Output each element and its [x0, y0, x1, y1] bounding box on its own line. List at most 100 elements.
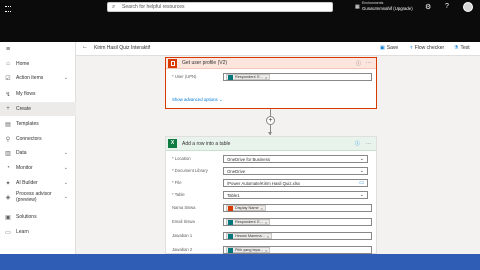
sidebar-item-process-advisor-preview[interactable]: ◈ Process advisor (preview) ⌄ [0, 190, 76, 204]
field-label: Nama Siswa [172, 205, 196, 210]
more-options-icon[interactable]: ··· [366, 60, 371, 66]
remove-token-icon[interactable]: × [265, 75, 267, 80]
chevron-down-icon[interactable]: ⌄ [360, 168, 364, 175]
add-row-card[interactable]: X Add a row into a table ⓘ ··· * Locatio… [165, 136, 377, 268]
home-icon: ⌂ [6, 61, 10, 67]
sidebar-item-label: Home [16, 61, 30, 67]
search-icon: ⌕ [112, 4, 116, 10]
checklist-icon: ☑ [5, 75, 11, 82]
chevron-down-icon[interactable]: ⌄ [360, 192, 364, 199]
chevron-down-icon[interactable]: ⌄ [64, 150, 68, 156]
sidebar-item-label: Solutions [16, 214, 37, 220]
insert-step-plus-icon[interactable]: + [266, 116, 275, 125]
save-button[interactable]: ▣ Save [380, 45, 398, 51]
field-input[interactable]: OneDrive for Business ⌄ [223, 155, 368, 163]
environment-icon: ▦ [355, 4, 360, 10]
forms-icon [228, 233, 233, 239]
card-title: Get user profile (V2) [182, 60, 228, 66]
flow-checker-button[interactable]: ⚕ Flow checker [410, 45, 444, 51]
sidebar-item-home[interactable]: ⌂ Home [0, 57, 76, 71]
dynamic-token[interactable]: Responders' E... × [226, 74, 271, 80]
field-input[interactable]: Table1 ⌄ [223, 191, 368, 199]
help-icon[interactable]: ? [445, 3, 449, 10]
field-table: * Table Table1 ⌄ [166, 190, 376, 200]
folder-icon[interactable]: ▭ [359, 180, 364, 187]
sidebar-item-create[interactable]: + Create [0, 102, 76, 116]
more-options-icon[interactable]: ··· [366, 141, 371, 147]
search-box[interactable]: ⌕ Search for helpful resources [107, 2, 333, 12]
sidebar-item-connectors[interactable]: ⚲ Connectors [0, 132, 76, 146]
sidebar: ≡ ⌂ Home ☑ Action items ⌄ ↯ My flows + Create ▤ Te… [0, 42, 76, 254]
office-icon [228, 205, 233, 211]
dynamic-token[interactable]: Display Name × [226, 205, 266, 211]
test-button[interactable]: ⚗ Test [454, 45, 470, 51]
sidebar-item-learn[interactable]: ▭ Learn [0, 225, 76, 239]
card-header[interactable]: Get user profile (V2) ⓘ ··· [166, 58, 376, 69]
settings-icon[interactable]: ⚙ [425, 3, 431, 11]
learn-icon: ▭ [5, 229, 11, 236]
dynamic-token[interactable]: Hewan Mamma... × [226, 233, 273, 239]
forms-icon [228, 219, 233, 225]
environment-picker[interactable]: Environments GunaUmmnahif (Upgrade) [362, 1, 422, 12]
chevron-down-icon[interactable]: ⌄ [360, 156, 364, 163]
sidebar-item-monitor[interactable]: ◔ Monitor ⌄ [0, 161, 76, 175]
field-input[interactable]: /Power Automate/Kirim Hasil Quiz.xlsx ▭ [223, 179, 368, 187]
field-label: Jawaban 2 [172, 247, 193, 252]
sidebar-item-label: Learn [16, 229, 29, 235]
chevron-down-icon[interactable]: ⌄ [64, 75, 68, 81]
field-input[interactable]: Hewan Mamma... × [223, 232, 372, 240]
stethoscope-icon: ⚕ [410, 45, 413, 51]
field-input[interactable]: OneDrive ⌄ [223, 167, 368, 175]
sidebar-item-label: Action items [16, 75, 44, 81]
chevron-down-icon[interactable]: ⌄ [64, 165, 68, 171]
sidebar-item-templates[interactable]: ▤ Templates [0, 117, 76, 131]
remove-token-icon[interactable]: × [267, 234, 269, 239]
dynamic-token[interactable]: Pilih yang tepa... × [226, 247, 271, 253]
sidebar-item-my-flows[interactable]: ↯ My flows [0, 87, 76, 101]
sidebar-item-label: Connectors [16, 136, 42, 142]
flow-canvas: Get user profile (V2) ⓘ ··· * User (UPN)… [76, 56, 480, 268]
chevron-down-icon[interactable]: ⌄ [64, 194, 68, 200]
user-upn-field: * User (UPN) Responders' E... × [166, 72, 376, 82]
top-header: ⌕ Search for helpful resources ▦ Environ… [0, 0, 480, 42]
field-input[interactable]: Responders' E... × [223, 218, 372, 226]
templates-icon: ▤ [5, 121, 11, 128]
dynamic-token[interactable]: Responders' E... × [226, 219, 271, 225]
hamburger-icon[interactable]: ≡ [6, 46, 10, 53]
avatar[interactable] [463, 2, 473, 12]
field-input[interactable]: Pilih yang tepa... × [223, 246, 372, 254]
bottom-blue-band [0, 254, 480, 270]
sidebar-item-action-items[interactable]: ☑ Action items ⌄ [0, 71, 76, 85]
field-label: * Location [172, 156, 191, 161]
remove-token-icon[interactable]: × [265, 220, 267, 225]
search-placeholder: Search for helpful resources [122, 4, 185, 10]
back-arrow-icon[interactable]: ← [82, 44, 88, 50]
field-input[interactable]: Display Name × [223, 204, 372, 212]
card-title: Add a row into a table [182, 140, 231, 147]
sidebar-item-label: Create [16, 106, 32, 112]
sidebar-item-solutions[interactable]: ▣ Solutions [0, 210, 76, 224]
field-value: Table1 [227, 192, 240, 198]
help-circle-icon[interactable]: ⓘ [355, 140, 360, 147]
field-location: * Location OneDrive for Business ⌄ [166, 154, 376, 164]
chevron-down-icon[interactable]: ⌄ [64, 180, 68, 186]
monitor-icon: ◔ [6, 165, 10, 171]
remove-token-icon[interactable]: × [265, 248, 267, 253]
field-nama-siswa: Nama Siswa Display Name × [166, 203, 376, 213]
save-icon: ▣ [380, 45, 385, 51]
app-launcher-icon[interactable] [5, 6, 11, 12]
user-upn-input[interactable]: Responders' E... × [223, 73, 372, 81]
get-user-profile-card[interactable]: Get user profile (V2) ⓘ ··· * User (UPN)… [165, 57, 377, 109]
card-header[interactable]: X Add a row into a table ⓘ ··· [166, 137, 376, 151]
sidebar-item-label: Monitor [16, 165, 33, 171]
field-label: Email Siswa [172, 219, 195, 224]
sidebar-item-ai-builder[interactable]: ✦ AI Builder ⌄ [0, 176, 76, 190]
help-circle-icon[interactable]: ⓘ [356, 60, 361, 67]
field-document-library: * Document Library OneDrive ⌄ [166, 166, 376, 176]
sidebar-item-data[interactable]: ▥ Data ⌄ [0, 146, 76, 160]
remove-token-icon[interactable]: × [261, 206, 263, 211]
environment-name: GunaUmmnahif (Upgrade) [362, 6, 413, 11]
sidebar-item-label: Process advisor (preview) [16, 191, 52, 203]
show-advanced-options-link[interactable]: Show advanced options ⌄ [172, 97, 222, 103]
plus-icon: + [6, 106, 10, 112]
